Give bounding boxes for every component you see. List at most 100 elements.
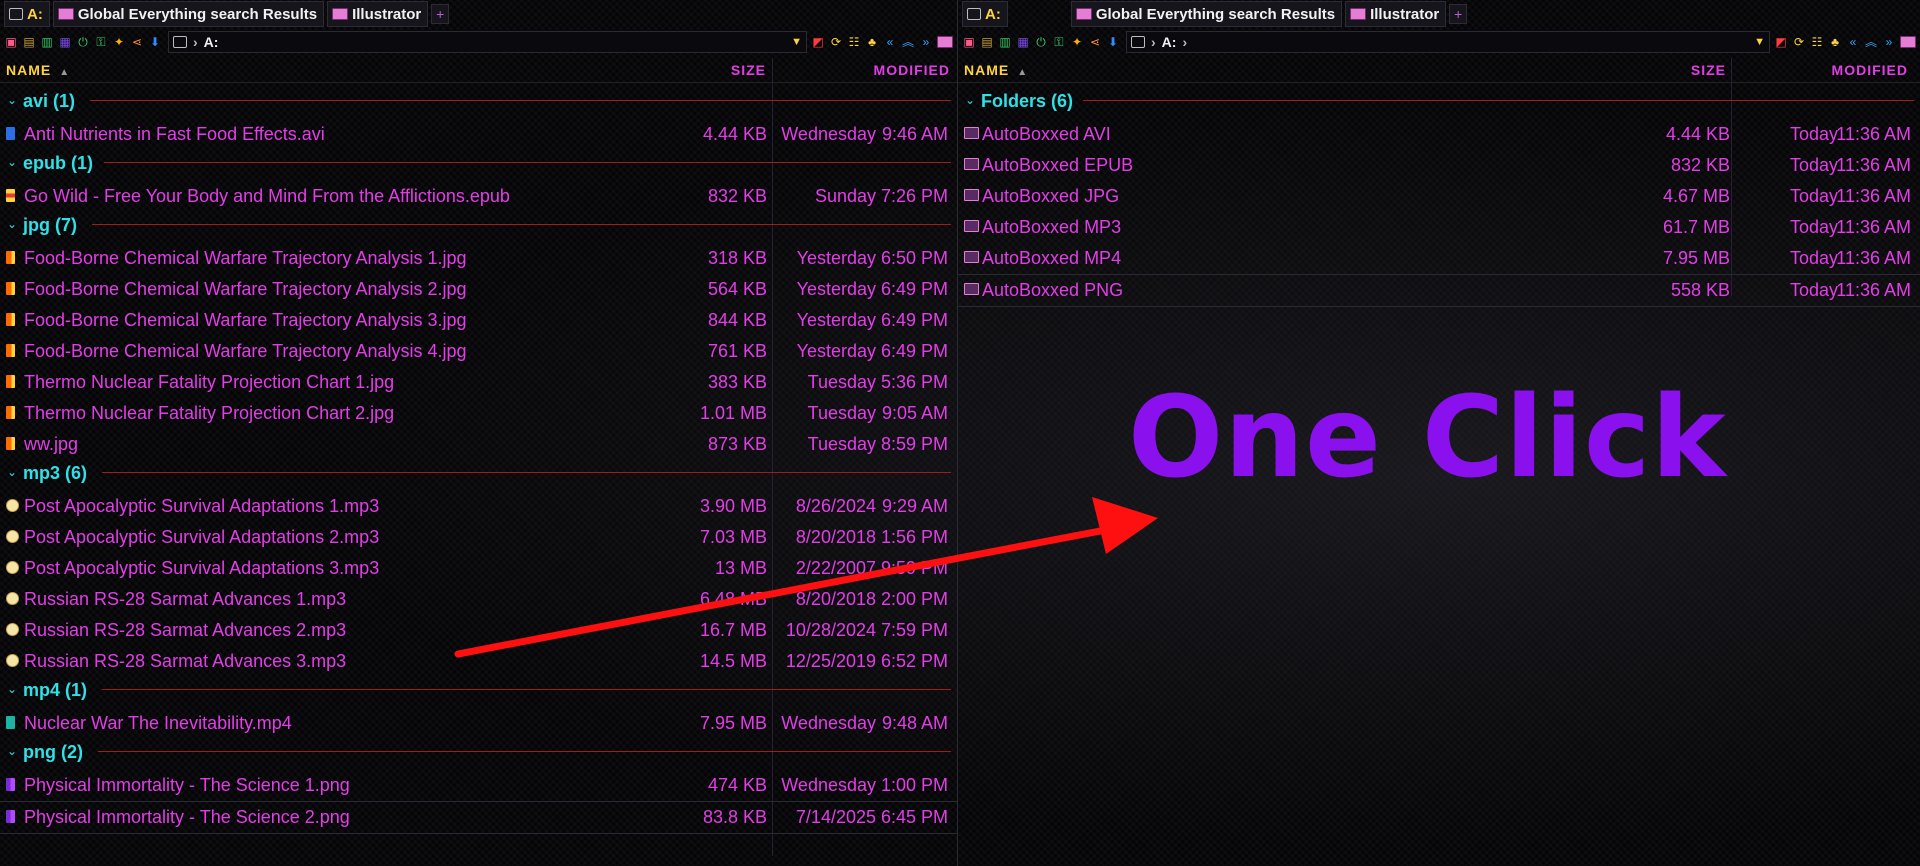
- up-icon[interactable]: ︽: [1864, 35, 1878, 49]
- details-view-icon[interactable]: ☷: [1810, 35, 1824, 49]
- list-item[interactable]: Anti Nutrients in Fast Food Effects.avi 4…: [0, 119, 957, 150]
- list-item[interactable]: Post Apocalyptic Survival Adaptations 2.…: [0, 522, 957, 553]
- forward-icon[interactable]: »: [1882, 35, 1896, 49]
- column-name[interactable]: NAME ▲: [964, 62, 1028, 78]
- list-item[interactable]: Go Wild - Free Your Body and Mind From t…: [0, 181, 957, 212]
- download-icon[interactable]: ⬇: [148, 35, 162, 49]
- power-icon[interactable]: ⏻: [1034, 35, 1048, 49]
- layers-icon[interactable]: ▦: [1016, 35, 1030, 49]
- layers-icon[interactable]: ▦: [58, 35, 72, 49]
- new-window-icon[interactable]: ▣: [962, 35, 976, 49]
- tab-bar: A: Global Everything search Results Illu…: [0, 0, 957, 28]
- list-item[interactable]: Physical Immortality - The Science 2.png…: [0, 801, 957, 834]
- power-icon[interactable]: ⏻: [76, 35, 90, 49]
- address-path: A:: [1161, 34, 1177, 50]
- tab-global-search[interactable]: Global Everything search Results: [1070, 1, 1343, 27]
- list-item[interactable]: AutoBoxxed EPUB 832 KB Today 11:36 AM: [958, 150, 1920, 181]
- column-name[interactable]: NAME ▲: [6, 62, 70, 78]
- list-item[interactable]: Russian RS-28 Sarmat Advances 3.mp3 14.5 …: [0, 646, 957, 677]
- list-item[interactable]: Food-Borne Chemical Warfare Trajectory A…: [0, 305, 957, 336]
- list-item[interactable]: Russian RS-28 Sarmat Advances 1.mp3 6.48 …: [0, 584, 957, 615]
- list-item[interactable]: Post Apocalyptic Survival Adaptations 3.…: [0, 553, 957, 584]
- color-icon[interactable]: ◩: [1774, 35, 1788, 49]
- group-header[interactable]: ⌄ mp4 (1): [0, 677, 957, 708]
- list-item[interactable]: Food-Borne Chemical Warfare Trajectory A…: [0, 243, 957, 274]
- color-icon[interactable]: ◩: [811, 35, 825, 49]
- chevron-down-icon[interactable]: ▼: [1754, 36, 1765, 48]
- group-header[interactable]: ⌄ mp3 (6): [0, 460, 957, 491]
- group-header[interactable]: ⌄ jpg (7): [0, 212, 957, 243]
- tab-drive-a[interactable]: A:: [962, 1, 1008, 27]
- list-item[interactable]: Food-Borne Chemical Warfare Trajectory A…: [0, 274, 957, 305]
- wand-icon[interactable]: ✦: [1070, 35, 1084, 49]
- chevron-down-icon[interactable]: ▼: [791, 36, 802, 48]
- list-item[interactable]: Thermo Nuclear Fatality Projection Chart…: [0, 367, 957, 398]
- back-icon[interactable]: «: [1846, 35, 1860, 49]
- new-window-icon[interactable]: ▣: [4, 35, 18, 49]
- share-icon[interactable]: ⋖: [130, 35, 144, 49]
- column-size[interactable]: SIZE: [700, 62, 766, 78]
- list-item[interactable]: AutoBoxxed PNG 558 KB Today 11:36 AM: [958, 274, 1920, 307]
- list-item[interactable]: AutoBoxxed MP3 61.7 MB Today 11:36 AM: [958, 212, 1920, 243]
- tab-global-search[interactable]: Global Everything search Results: [52, 1, 325, 27]
- column-modified[interactable]: MODIFIED: [800, 62, 950, 78]
- column-header: NAME ▲ SIZE MODIFIED: [0, 58, 957, 83]
- list-item[interactable]: Russian RS-28 Sarmat Advances 2.mp3 16.7 …: [0, 615, 957, 646]
- column-size[interactable]: SIZE: [1652, 62, 1726, 78]
- tab-drive-a[interactable]: A:: [4, 1, 50, 27]
- club-icon[interactable]: ♣: [865, 35, 879, 49]
- copy-icon[interactable]: ▤: [980, 35, 994, 49]
- forward-icon[interactable]: »: [919, 35, 933, 49]
- list-item[interactable]: ww.jpg 873 KB Tuesday 8:59 PM: [0, 429, 957, 460]
- group-header[interactable]: ⌄ png (2): [0, 739, 957, 770]
- group-header[interactable]: ⌄ epub (1): [0, 150, 957, 181]
- paste-icon[interactable]: ▥: [998, 35, 1012, 49]
- file-list: ⌄ avi (1) Anti Nutrients in Fast Food Eff…: [0, 88, 957, 834]
- audio-file-icon: [6, 561, 19, 574]
- folder-icon[interactable]: [1900, 36, 1916, 48]
- chevron-down-icon: ⌄: [965, 93, 976, 107]
- list-item[interactable]: AutoBoxxed MP4 7.95 MB Today 11:36 AM: [958, 243, 1920, 274]
- up-icon[interactable]: ︽: [901, 35, 915, 49]
- refresh-icon[interactable]: ⟳: [829, 35, 843, 49]
- address-bar[interactable]: › A: › ▼: [1126, 31, 1770, 53]
- audio-file-icon: [6, 499, 19, 512]
- address-bar[interactable]: › A: ▼: [168, 31, 807, 53]
- group-header[interactable]: ⌄ avi (1): [0, 88, 957, 119]
- list-item[interactable]: AutoBoxxed AVI 4.44 KB Today 11:36 AM: [958, 119, 1920, 150]
- key-icon[interactable]: ⚿: [1052, 35, 1066, 49]
- new-tab-button[interactable]: +: [431, 4, 450, 24]
- club-icon[interactable]: ♣: [1828, 35, 1842, 49]
- wand-icon[interactable]: ✦: [112, 35, 126, 49]
- tab-illustrator[interactable]: Illustrator: [1345, 1, 1447, 27]
- folder-icon: [964, 283, 979, 295]
- column-modified[interactable]: MODIFIED: [1758, 62, 1908, 78]
- drive-icon: [967, 8, 981, 20]
- list-item[interactable]: Physical Immortality - The Science 1.png…: [0, 770, 957, 801]
- folder-icon: [1075, 8, 1092, 20]
- new-tab-button[interactable]: +: [1449, 4, 1468, 24]
- copy-icon[interactable]: ▤: [22, 35, 36, 49]
- drive-icon: [173, 36, 187, 48]
- breadcrumb-separator-icon: ›: [1182, 34, 1188, 50]
- list-item[interactable]: AutoBoxxed JPG 4.67 MB Today 11:36 AM: [958, 181, 1920, 212]
- list-item[interactable]: Thermo Nuclear Fatality Projection Chart…: [0, 398, 957, 429]
- audio-file-icon: [6, 654, 19, 667]
- details-view-icon[interactable]: ☷: [847, 35, 861, 49]
- download-icon[interactable]: ⬇: [1106, 35, 1120, 49]
- ebook-file-icon: [6, 189, 15, 202]
- group-header[interactable]: ⌄ Folders (6): [958, 88, 1920, 119]
- share-icon[interactable]: ⋖: [1088, 35, 1102, 49]
- image-file-icon: [6, 437, 15, 450]
- refresh-icon[interactable]: ⟳: [1792, 35, 1806, 49]
- folder-icon[interactable]: [937, 36, 953, 48]
- key-icon[interactable]: ⚿: [94, 35, 108, 49]
- drive-icon: [1131, 36, 1145, 48]
- list-item[interactable]: Food-Borne Chemical Warfare Trajectory A…: [0, 336, 957, 367]
- paste-icon[interactable]: ▥: [40, 35, 54, 49]
- list-item[interactable]: Nuclear War The Inevitability.mp4 7.95 MB…: [0, 708, 957, 739]
- tab-illustrator[interactable]: Illustrator: [327, 1, 429, 27]
- back-icon[interactable]: «: [883, 35, 897, 49]
- list-item[interactable]: Post Apocalyptic Survival Adaptations 1.…: [0, 491, 957, 522]
- video-file-icon: [6, 127, 15, 140]
